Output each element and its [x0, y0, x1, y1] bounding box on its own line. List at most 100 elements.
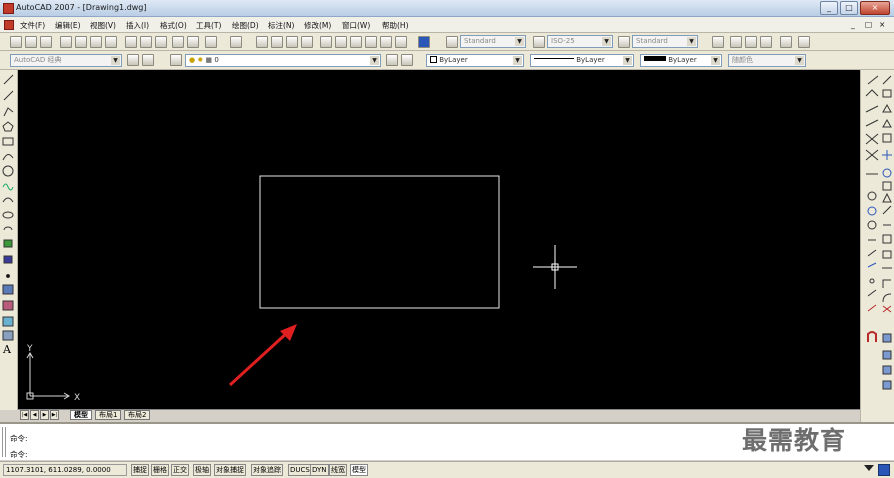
- previous-tab-button[interactable]: ◀: [30, 410, 39, 420]
- make-block-icon[interactable]: [3, 255, 13, 264]
- menu-edit[interactable]: 编辑(E): [55, 20, 81, 31]
- menu-window[interactable]: 窗口(W): [342, 20, 370, 31]
- trim-icon[interactable]: [882, 205, 892, 215]
- table-style-select[interactable]: Standard ▼: [632, 35, 698, 48]
- arc-icon[interactable]: [2, 154, 14, 161]
- layer-tool-1-icon[interactable]: [712, 36, 724, 48]
- menu-modify[interactable]: 修改(M): [304, 20, 331, 31]
- line-icon[interactable]: [3, 74, 14, 85]
- snap-toggle[interactable]: 捕捉: [131, 464, 149, 476]
- markup-set-icon[interactable]: [380, 36, 392, 48]
- color-select[interactable]: ByLayer ▼: [426, 54, 524, 67]
- dyn-toggle[interactable]: DYN: [310, 464, 329, 476]
- copy-icon[interactable]: [140, 36, 152, 48]
- dim-style-select[interactable]: ISO-25 ▼: [547, 35, 613, 48]
- next-tab-button[interactable]: ▶: [40, 410, 49, 420]
- point-icon[interactable]: [6, 274, 10, 278]
- new-icon[interactable]: [10, 36, 22, 48]
- hatch-icon[interactable]: [2, 284, 14, 295]
- dim-linear-icon[interactable]: [867, 75, 879, 85]
- sheet-set-manager-icon[interactable]: [365, 36, 377, 48]
- center-mark-icon[interactable]: [869, 278, 875, 284]
- first-tab-button[interactable]: |◀: [20, 410, 29, 420]
- menu-view[interactable]: 视图(V): [90, 20, 116, 31]
- document-icon[interactable]: [4, 20, 14, 30]
- scale-icon[interactable]: [882, 181, 892, 191]
- status-menu-arrow-icon[interactable]: [864, 465, 874, 473]
- tolerance-icon[interactable]: [867, 262, 877, 268]
- save-icon[interactable]: [40, 36, 52, 48]
- clean-screen-icon[interactable]: [878, 464, 890, 476]
- ellipse-arc-icon[interactable]: [3, 226, 13, 231]
- offset-icon[interactable]: [882, 118, 892, 128]
- fillet-icon[interactable]: [882, 293, 892, 303]
- ellipse-icon[interactable]: [2, 211, 14, 219]
- block-editor-icon[interactable]: [187, 36, 199, 48]
- quick-leader-icon[interactable]: [867, 249, 877, 257]
- menu-insert[interactable]: 插入(I): [126, 20, 149, 31]
- chamfer-icon[interactable]: [882, 279, 891, 288]
- workspace-save-icon[interactable]: [142, 54, 154, 66]
- paste-icon[interactable]: [155, 36, 167, 48]
- layer-tool-2-icon[interactable]: [730, 36, 742, 48]
- dim-angular-icon[interactable]: [867, 191, 877, 201]
- layer-select[interactable]: ● ✹ ■ 0 ▼: [185, 54, 381, 67]
- coordinate-readout[interactable]: 1107.3101, 611.0289, 0.0000: [3, 464, 127, 476]
- drawing-canvas[interactable]: Y X: [18, 70, 860, 409]
- text-style-select[interactable]: Standard ▼: [460, 35, 526, 48]
- properties-icon[interactable]: [320, 36, 332, 48]
- menu-format[interactable]: 格式(O): [160, 20, 187, 31]
- lineweight-toggle[interactable]: 线宽: [329, 464, 347, 476]
- zoom-previous-icon[interactable]: [301, 36, 313, 48]
- dim-style-icon[interactable]: [533, 36, 545, 48]
- publish-icon[interactable]: [90, 36, 102, 48]
- text-style-icon[interactable]: [446, 36, 458, 48]
- layer-previous-icon[interactable]: [401, 54, 413, 66]
- menu-dimension[interactable]: 标注(N): [268, 20, 294, 31]
- command-prompt[interactable]: 命令:: [10, 449, 28, 460]
- layer-tool-4-icon[interactable]: [760, 36, 772, 48]
- osnap-toggle[interactable]: 对象捕捉: [214, 464, 246, 476]
- menu-tools[interactable]: 工具(T): [196, 20, 221, 31]
- stretch-icon[interactable]: [882, 192, 892, 203]
- print-icon[interactable]: [60, 36, 72, 48]
- calculator-icon[interactable]: [395, 36, 407, 48]
- polar-toggle[interactable]: 极轴: [193, 464, 211, 476]
- linetype-select[interactable]: ByLayer ▼: [530, 54, 634, 67]
- zoom-realtime-icon[interactable]: [271, 36, 283, 48]
- polygon-icon[interactable]: [2, 121, 14, 132]
- polyline-icon[interactable]: [3, 107, 14, 117]
- draw-order-front-icon[interactable]: [882, 350, 892, 360]
- drawn-rectangle[interactable]: [259, 175, 500, 309]
- drawing-svg[interactable]: Y X: [18, 70, 860, 409]
- help-icon[interactable]: [418, 36, 430, 48]
- quick-dim-icon[interactable]: [867, 206, 877, 216]
- insert-block-icon[interactable]: [3, 239, 13, 248]
- plot-style-select[interactable]: 随颜色 ▼: [728, 54, 806, 67]
- last-tab-button[interactable]: ▶|: [50, 410, 59, 420]
- dim-baseline-icon[interactable]: [867, 220, 877, 230]
- construction-line-icon[interactable]: [3, 90, 14, 101]
- doc-close-button[interactable]: ×: [879, 20, 885, 29]
- draw-order-back-icon[interactable]: [882, 365, 892, 375]
- autocad-app-icon[interactable]: [3, 3, 14, 14]
- dim-ordinate-icon[interactable]: [865, 119, 879, 127]
- layer-manager-icon[interactable]: [170, 54, 182, 66]
- tool-palettes-icon[interactable]: [350, 36, 362, 48]
- close-button[interactable]: ×: [860, 1, 890, 15]
- spline-icon[interactable]: [2, 197, 14, 203]
- redo-icon[interactable]: [230, 36, 242, 48]
- command-grip[interactable]: [2, 427, 6, 457]
- copy-object-icon[interactable]: [882, 89, 892, 98]
- model-paper-toggle[interactable]: 模型: [350, 464, 368, 476]
- tab-layout1[interactable]: 布局1: [95, 410, 122, 420]
- print-preview-icon[interactable]: [75, 36, 87, 48]
- erase-icon[interactable]: [882, 75, 892, 85]
- ducs-toggle[interactable]: DUCS: [288, 464, 312, 476]
- table-style-icon[interactable]: [618, 36, 630, 48]
- tab-layout2[interactable]: 布局2: [124, 410, 151, 420]
- lineweight-select[interactable]: ByLayer ▼: [640, 54, 722, 67]
- dim-edit-icon[interactable]: [867, 289, 877, 297]
- draw-order-icon[interactable]: [882, 333, 892, 343]
- open-icon[interactable]: [25, 36, 37, 48]
